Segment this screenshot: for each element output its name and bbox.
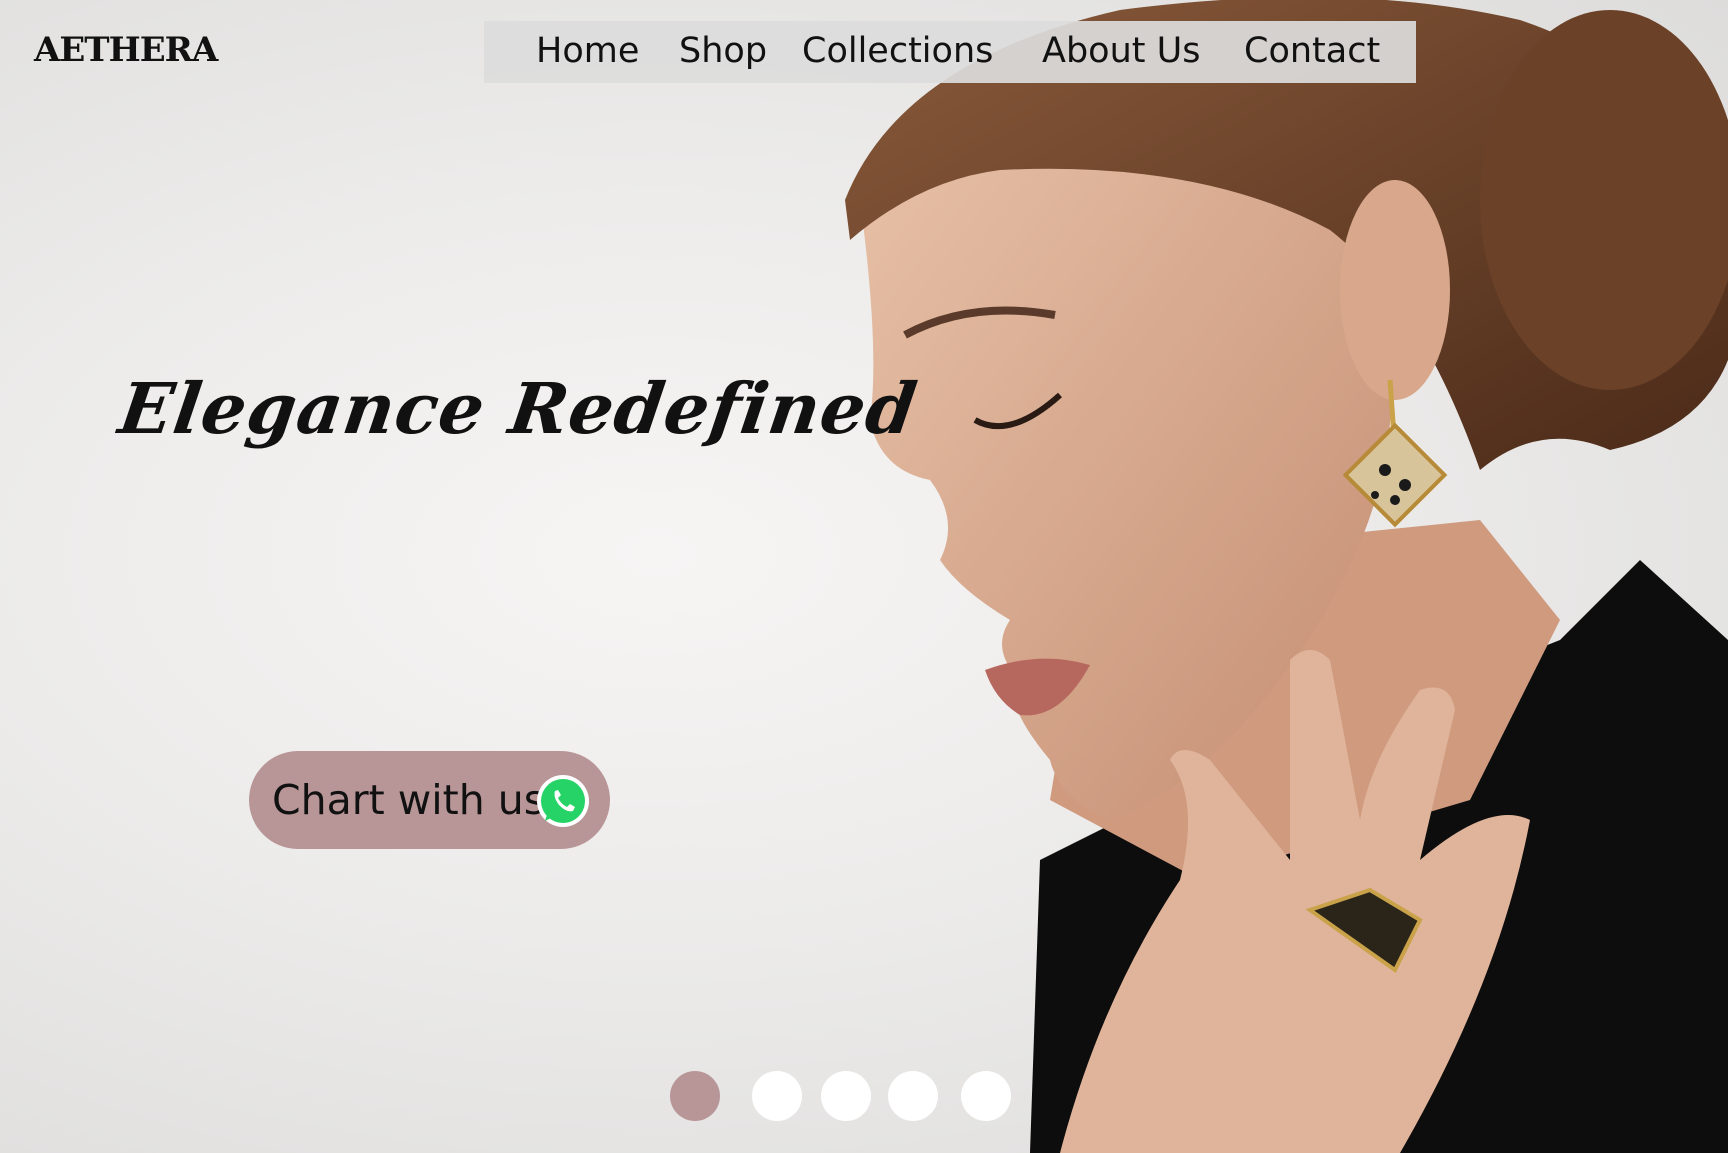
carousel-dot-5[interactable] (961, 1071, 1011, 1121)
whatsapp-icon (537, 775, 589, 827)
main-nav: Home Shop Collections About Us Contact (484, 21, 1416, 83)
nav-shop[interactable]: Shop (679, 31, 767, 71)
hero-model-photo (845, 0, 1728, 1153)
nav-collections[interactable]: Collections (802, 31, 993, 71)
carousel-dot-2[interactable] (752, 1071, 802, 1121)
brand-logo[interactable]: AETHERA (34, 30, 218, 70)
chat-with-us-button[interactable]: Chart with us (249, 751, 610, 849)
carousel-dot-4[interactable] (888, 1071, 938, 1121)
nav-about-us[interactable]: About Us (1042, 31, 1200, 71)
chat-button-label: Chart with us (272, 776, 546, 824)
carousel-dot-3[interactable] (821, 1071, 871, 1121)
nav-home[interactable]: Home (536, 31, 639, 71)
nav-contact[interactable]: Contact (1244, 31, 1380, 71)
hero-headline: Elegance Redefined (114, 366, 923, 450)
carousel-dot-1[interactable] (670, 1071, 720, 1121)
